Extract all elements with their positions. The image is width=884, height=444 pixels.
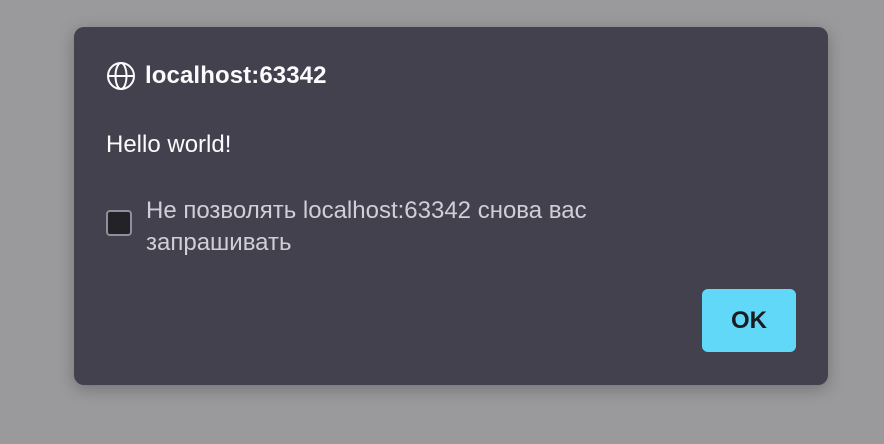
suppress-prompts-option[interactable]: Не позволять localhost:63342 снова вас з…	[106, 195, 706, 259]
dialog-origin-title: localhost:63342	[145, 62, 327, 89]
suppress-prompts-checkbox[interactable]	[106, 210, 132, 236]
alert-dialog: localhost:63342 Hello world! Не позволят…	[74, 27, 828, 385]
ok-button[interactable]: OK	[702, 289, 796, 352]
dialog-header: localhost:63342	[106, 61, 327, 91]
globe-icon	[106, 61, 136, 91]
dialog-message: Hello world!	[106, 131, 232, 158]
suppress-prompts-label[interactable]: Не позволять localhost:63342 снова вас з…	[146, 195, 706, 259]
